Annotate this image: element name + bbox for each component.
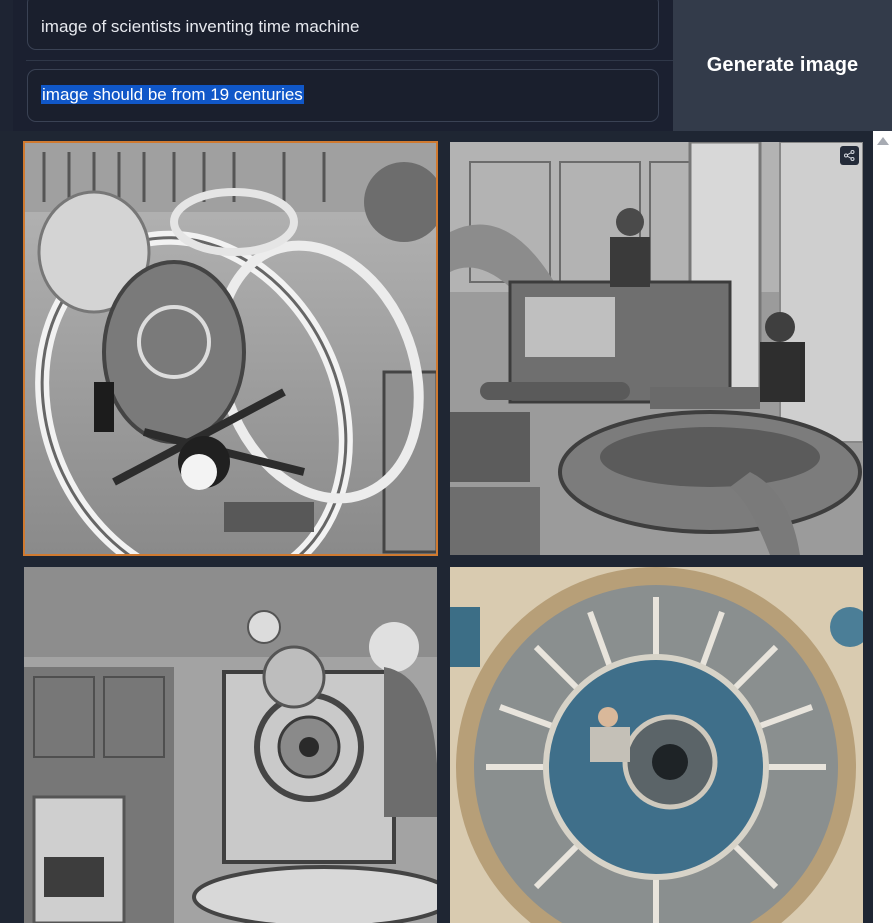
image-gallery	[13, 131, 873, 923]
prompt-text-2-selected: image should be from 19 centuries	[41, 85, 304, 104]
gallery-scrollbar[interactable]	[873, 131, 892, 923]
prompt-field-1[interactable]: image of scientists inventing time machi…	[27, 0, 659, 50]
scroll-up-arrow-icon[interactable]	[877, 137, 889, 145]
generated-image-2[interactable]	[450, 142, 863, 555]
prompts-panel: image of scientists inventing time machi…	[13, 0, 686, 131]
prompt-text-1: image of scientists inventing time machi…	[41, 17, 360, 36]
prompt-divider	[26, 60, 686, 61]
share-button[interactable]	[840, 146, 859, 165]
generated-image-4[interactable]	[450, 567, 863, 923]
prompt-toolbar: image of scientists inventing time machi…	[0, 0, 892, 131]
generate-image-button[interactable]: Generate image	[673, 0, 892, 131]
generated-image-1[interactable]	[23, 141, 438, 556]
share-icon	[844, 150, 855, 161]
prompt-field-2[interactable]: image should be from 19 centuries	[27, 69, 659, 122]
generated-image-3[interactable]	[24, 567, 437, 923]
